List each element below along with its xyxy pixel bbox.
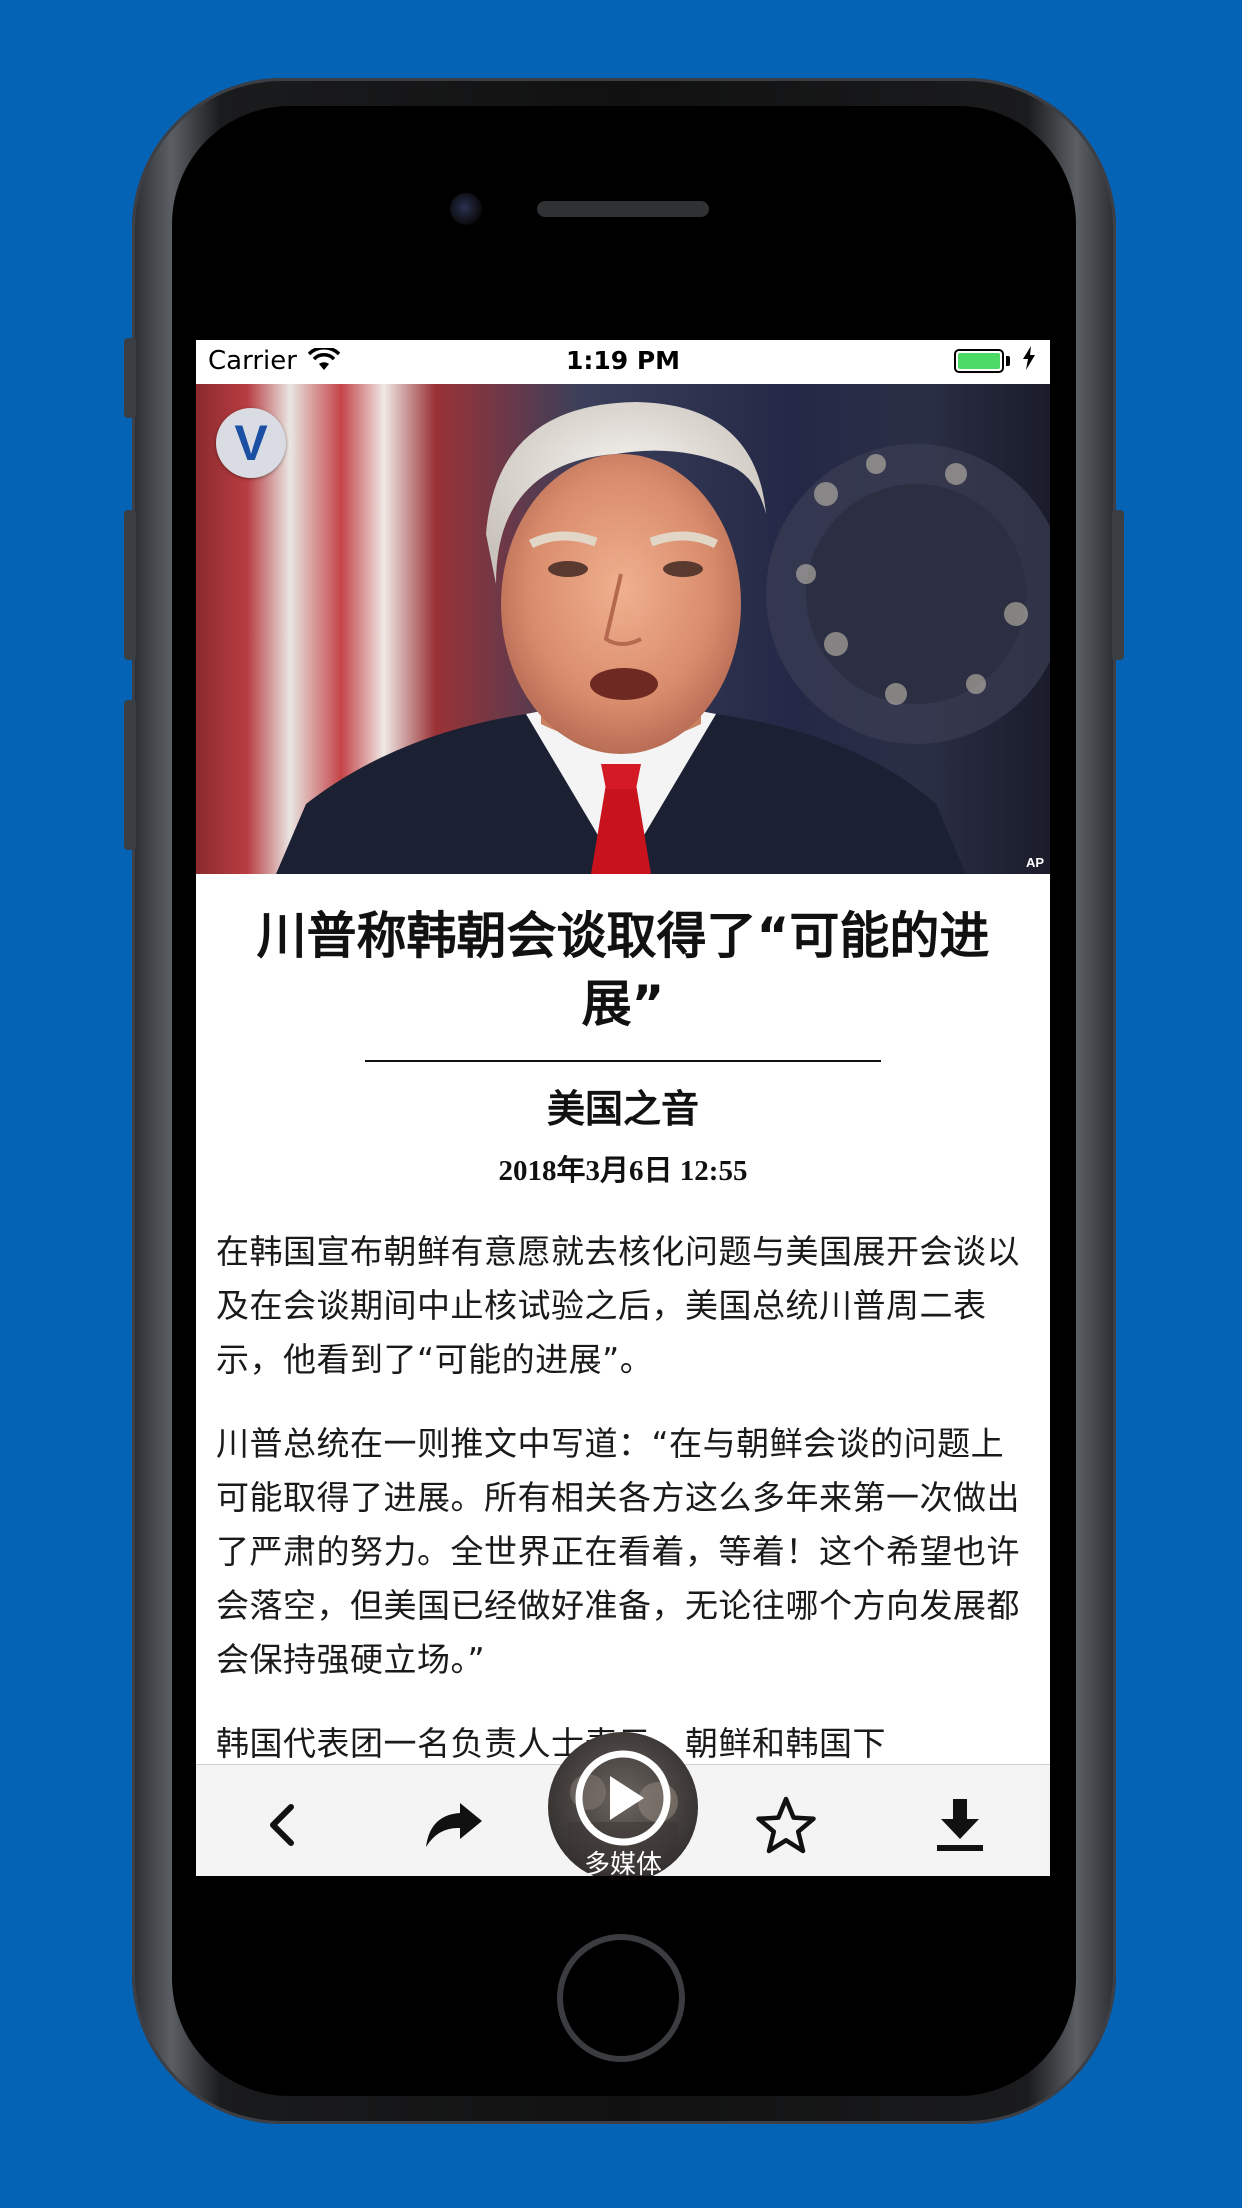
favorite-star-icon	[756, 1796, 816, 1854]
back-button[interactable]	[252, 1795, 312, 1855]
share-icon	[426, 1803, 482, 1847]
battery-tip	[1006, 356, 1010, 366]
multimedia-label: 多媒体	[583, 1850, 662, 1876]
battery-level-fill	[958, 353, 1000, 369]
article-date: 2018年3月6日 12:55	[498, 1155, 748, 1187]
headline-divider	[365, 1060, 881, 1062]
multimedia-button[interactable]: 多媒体	[548, 1732, 698, 1876]
earpiece-speaker	[537, 201, 709, 217]
hero-photo-illustration	[276, 402, 1050, 874]
battery-icon	[954, 349, 1004, 373]
home-button[interactable]	[557, 1934, 685, 2062]
favorite-button[interactable]	[756, 1795, 816, 1855]
hero-photo[interactable]: V AP	[196, 384, 1050, 874]
screen: Carrier 1:19 PM V AP 川普称韩朝会谈取得了“可能的进展” 美…	[196, 340, 1050, 1876]
voa-logo: V	[216, 408, 286, 478]
charging-bolt-icon	[1022, 346, 1036, 376]
article-body: 川普称韩朝会谈取得了“可能的进展” 美国之音 2018年3月6日 12:55 在…	[196, 874, 1050, 1771]
status-bar: Carrier 1:19 PM	[196, 340, 1050, 384]
clock: 1:19 PM	[565, 346, 681, 375]
photo-credit: AP	[1025, 855, 1044, 870]
volume-down-button	[124, 700, 136, 850]
back-icon	[270, 1804, 294, 1846]
download-button[interactable]	[930, 1795, 990, 1855]
voa-logo-letter: V	[234, 415, 268, 471]
share-button[interactable]	[424, 1795, 484, 1855]
article-paragraph: 在韩国宣布朝鲜有意愿就去核化问题与美国展开会谈以及在会谈期间中止核试验之后，美国…	[216, 1232, 1020, 1379]
power-button	[1112, 510, 1124, 660]
article-source: 美国之音	[546, 1087, 699, 1131]
volume-up-button	[124, 510, 136, 660]
article-paragraph: 川普总统在一则推文中写道：“在与朝鲜会谈的问题上可能取得了进展。所有相关各方这么…	[216, 1424, 1020, 1679]
download-icon	[937, 1799, 983, 1851]
mute-switch	[124, 338, 136, 418]
front-camera	[450, 193, 482, 225]
article-headline: 川普称韩朝会谈取得了“可能的进展”	[256, 907, 990, 1033]
